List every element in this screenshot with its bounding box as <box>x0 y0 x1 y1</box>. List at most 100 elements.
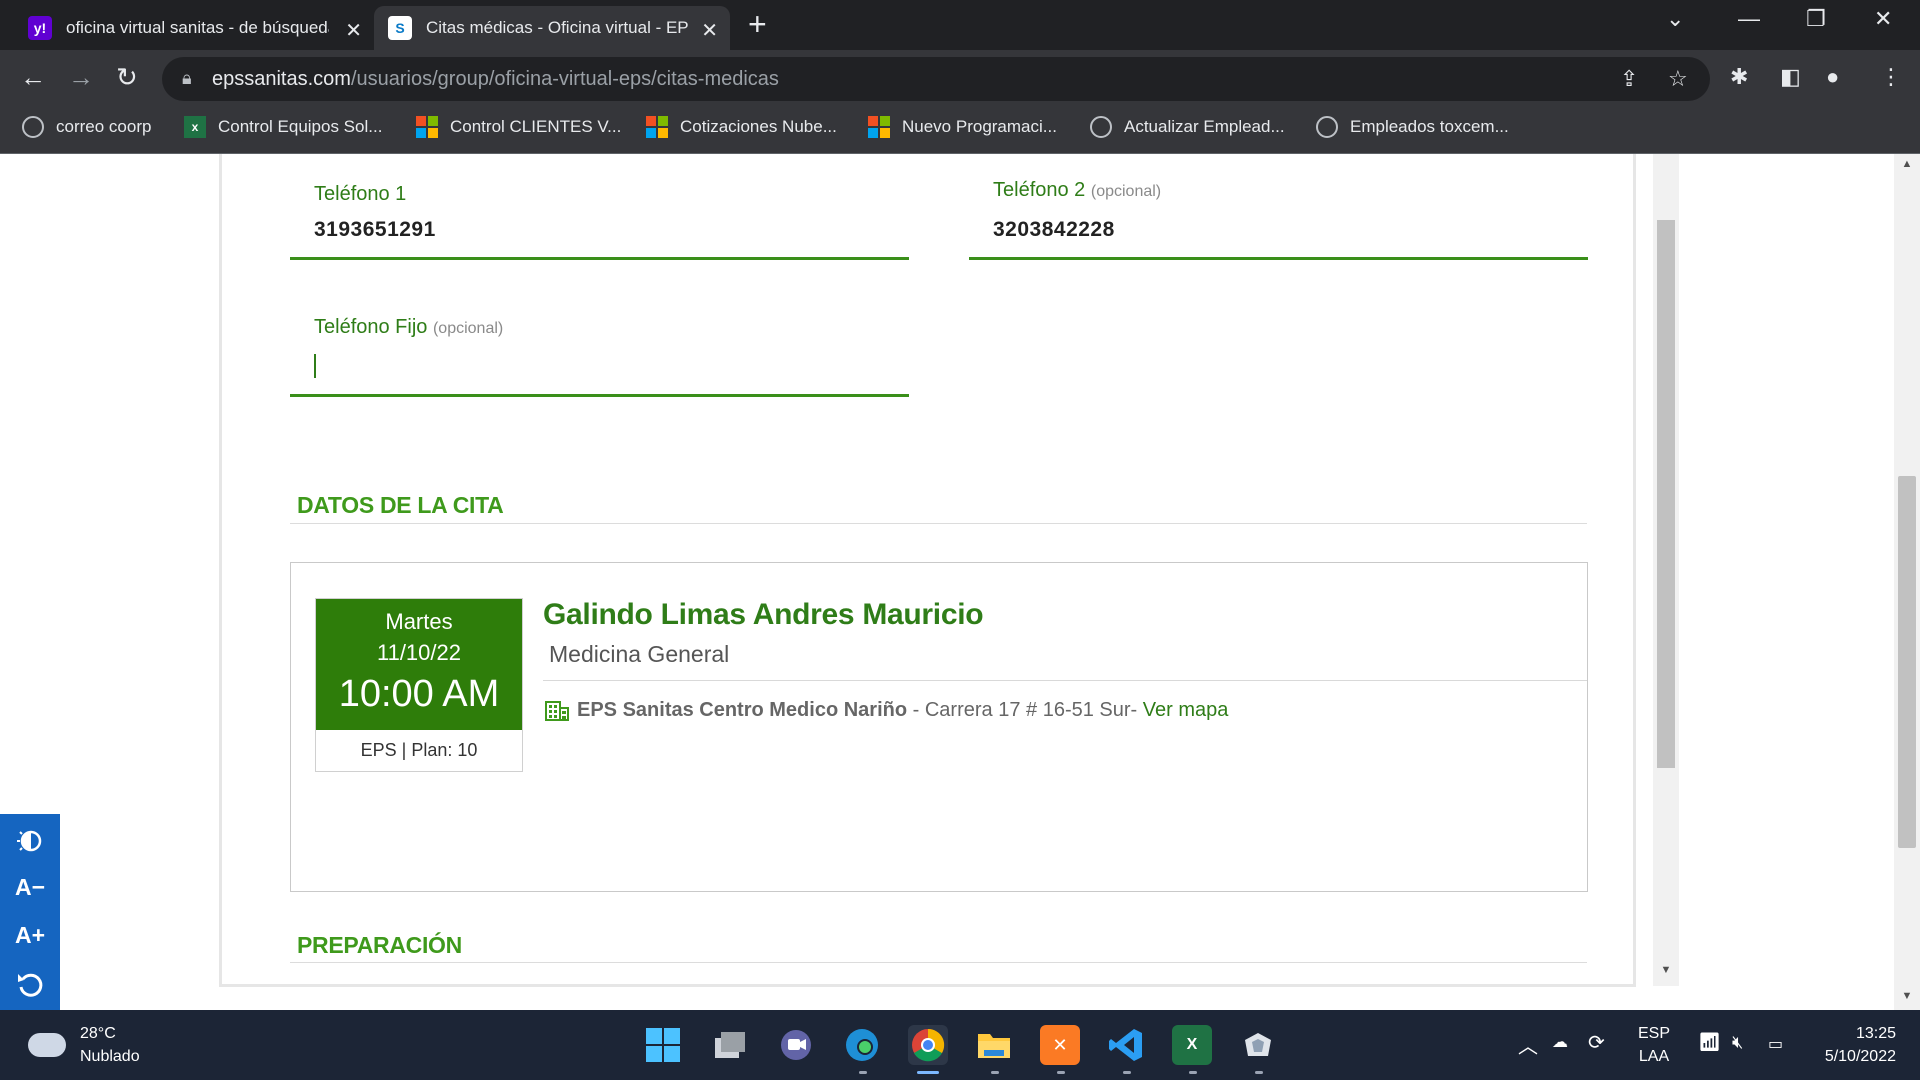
telefono-fijo-input[interactable] <box>314 354 904 384</box>
appointment-card: Martes 11/10/22 10:00 AM EPS | Plan: 10 … <box>290 562 1588 892</box>
volume-muted-icon[interactable]: 🔇︎ <box>1732 1032 1743 1053</box>
globe-icon <box>22 116 44 138</box>
cloud-icon <box>28 1033 66 1057</box>
microsoft-icon <box>416 116 438 138</box>
globe-icon <box>1090 116 1112 138</box>
section-title-preparacion: PREPARACIÓN <box>297 932 462 958</box>
decrease-font-button[interactable]: A− <box>0 864 60 910</box>
chrome-icon[interactable] <box>908 1025 948 1065</box>
sync-icon[interactable]: ⟳ <box>1588 1030 1605 1055</box>
battery-icon[interactable]: ▭ <box>1768 1034 1783 1054</box>
tab-yahoo-search[interactable]: y! oficina virtual sanitas - de búsqueda… <box>14 6 374 50</box>
telefono-fijo-underline <box>290 394 909 397</box>
active-indicator <box>917 1071 939 1074</box>
extensions-icon[interactable]: ✱ <box>1730 64 1748 90</box>
close-window-icon[interactable]: ✕ <box>1874 6 1892 32</box>
building-icon <box>545 700 569 721</box>
telefono2-input[interactable]: 3203842228 <box>993 218 1115 242</box>
share-icon[interactable]: ⇪ <box>1620 66 1638 92</box>
clock[interactable]: 13:25 5/10/2022 <box>1816 1022 1896 1068</box>
weather-widget[interactable]: 28°C Nublado <box>28 1022 140 1068</box>
location-separator: - <box>907 699 925 721</box>
vpn-icon[interactable] <box>1238 1025 1278 1065</box>
inner-scrollbar-thumb[interactable] <box>1657 220 1675 768</box>
running-indicator <box>859 1071 867 1074</box>
bookmark-item[interactable]: Actualizar Emplead... <box>1090 116 1285 138</box>
excel-icon[interactable]: X <box>1172 1025 1212 1065</box>
restore-icon[interactable]: ❐ <box>1806 6 1826 32</box>
menu-icon[interactable]: ⋮ <box>1880 64 1902 90</box>
scroll-up-arrow-icon[interactable]: ▲ <box>1894 158 1920 170</box>
browser-toolbar: ← → ↻ 🔒︎ epssanitas.com/usuarios/group/o… <box>0 50 1920 108</box>
location-address: Carrera 17 # 16-51 Sur- <box>924 699 1143 721</box>
close-tab-icon[interactable]: ✕ <box>345 18 362 43</box>
contrast-icon[interactable] <box>0 816 60 862</box>
telefono1-input[interactable]: 3193651291 <box>314 218 436 242</box>
view-map-link[interactable]: Ver mapa <box>1143 699 1229 722</box>
inner-scrollbar[interactable]: ▼ <box>1653 154 1679 986</box>
url-text[interactable]: epssanitas.com/usuarios/group/oficina-vi… <box>212 68 779 91</box>
page-scrollbar-thumb[interactable] <box>1898 476 1916 848</box>
task-view-icon[interactable] <box>710 1025 750 1065</box>
onedrive-icon[interactable]: ☁︎ <box>1552 1032 1568 1052</box>
tab-search-icon[interactable]: ⌄ <box>1666 6 1684 32</box>
weather-temperature: 28°C <box>80 1025 116 1042</box>
running-indicator <box>991 1071 999 1074</box>
file-explorer-icon[interactable] <box>974 1025 1014 1065</box>
edge-icon[interactable] <box>842 1025 882 1065</box>
scroll-down-arrow-icon[interactable]: ▼ <box>1653 964 1679 976</box>
yahoo-icon: y! <box>28 16 52 40</box>
microsoft-icon <box>646 116 668 138</box>
sanitas-icon: S <box>388 16 412 40</box>
telefono-fijo-label: Teléfono Fijo (opcional) <box>314 316 504 338</box>
windows-start-icon[interactable] <box>643 1025 683 1065</box>
language-indicator[interactable]: ESP LAA <box>1638 1022 1670 1068</box>
appointment-day: Martes <box>385 609 453 634</box>
tab-citas-medicas[interactable]: S Citas médicas - Oficina virtual - EPS … <box>374 6 730 50</box>
optional-hint: (opcional) <box>1090 183 1162 200</box>
increase-font-button[interactable]: A+ <box>0 912 60 958</box>
globe-icon <box>1316 116 1338 138</box>
show-hidden-icons-icon[interactable]: ︿ <box>1518 1030 1538 1059</box>
bookmark-item[interactable]: correo coorp <box>22 116 151 138</box>
reset-icon[interactable] <box>0 960 60 1006</box>
close-tab-icon[interactable]: ✕ <box>701 18 718 43</box>
bookmark-item[interactable]: Nuevo Programaci... <box>868 116 1057 138</box>
page-scrollbar[interactable]: ▲ ▼ <box>1894 154 1920 1010</box>
xampp-icon[interactable]: ✕ <box>1040 1025 1080 1065</box>
reload-icon[interactable]: ↻ <box>116 62 138 93</box>
tab-title: oficina virtual sanitas - de búsqueda <box>66 18 329 37</box>
bookmark-item[interactable]: Empleados toxcem... <box>1316 116 1509 138</box>
appointment-date: 11/10/22 <box>376 640 461 665</box>
lock-icon[interactable]: 🔒︎ <box>182 68 192 89</box>
text-caret <box>314 354 316 378</box>
appointment-location: EPS Sanitas Centro Medico Nariño - Carre… <box>545 699 1228 722</box>
new-tab-button[interactable]: + <box>748 6 767 43</box>
scroll-down-arrow-icon[interactable]: ▼ <box>1894 990 1920 1002</box>
page-viewport: Teléfono 1 3193651291 Teléfono 2 (opcion… <box>0 154 1920 1010</box>
profile-icon[interactable]: ● <box>1826 64 1839 90</box>
forward-icon[interactable]: → <box>68 62 94 93</box>
bookmark-item[interactable]: Control CLIENTES V... <box>416 116 621 138</box>
telefono2-label: Teléfono 2 (opcional) <box>993 179 1162 201</box>
weather-condition: Nublado <box>80 1048 140 1065</box>
wifi-icon[interactable]: 📶︎ <box>1698 1032 1721 1053</box>
minimize-icon[interactable]: — <box>1738 6 1760 32</box>
tab-title: Citas médicas - Oficina virtual - EPS <box>426 18 689 37</box>
address-bar[interactable]: 🔒︎ epssanitas.com/usuarios/group/oficina… <box>162 57 1710 101</box>
bookmarks-bar: correo coorp x Control Equipos Sol... Con… <box>0 108 1920 154</box>
side-panel-icon[interactable]: ◧ <box>1780 64 1801 90</box>
browser-titlebar: y! oficina virtual sanitas - de búsqueda… <box>0 0 1920 50</box>
card-divider <box>543 680 1587 681</box>
appointment-time: 10:00 AM <box>338 673 500 715</box>
back-icon[interactable]: ← <box>20 62 46 93</box>
windows-taskbar: 28°C Nublado ✕ X ︿ ☁︎ ⟳ ESP LAA 📶︎ 🔇︎ ▭ … <box>0 1010 1920 1080</box>
vscode-icon[interactable] <box>1106 1025 1146 1065</box>
telefono2-underline <box>969 257 1588 260</box>
running-indicator <box>1123 1071 1131 1074</box>
bookmark-item[interactable]: Cotizaciones Nube... <box>646 116 837 138</box>
teams-chat-icon[interactable] <box>776 1025 816 1065</box>
bookmark-item[interactable]: x Control Equipos Sol... <box>184 116 382 138</box>
section-divider <box>290 523 1587 524</box>
bookmark-star-icon[interactable]: ☆ <box>1668 66 1688 92</box>
